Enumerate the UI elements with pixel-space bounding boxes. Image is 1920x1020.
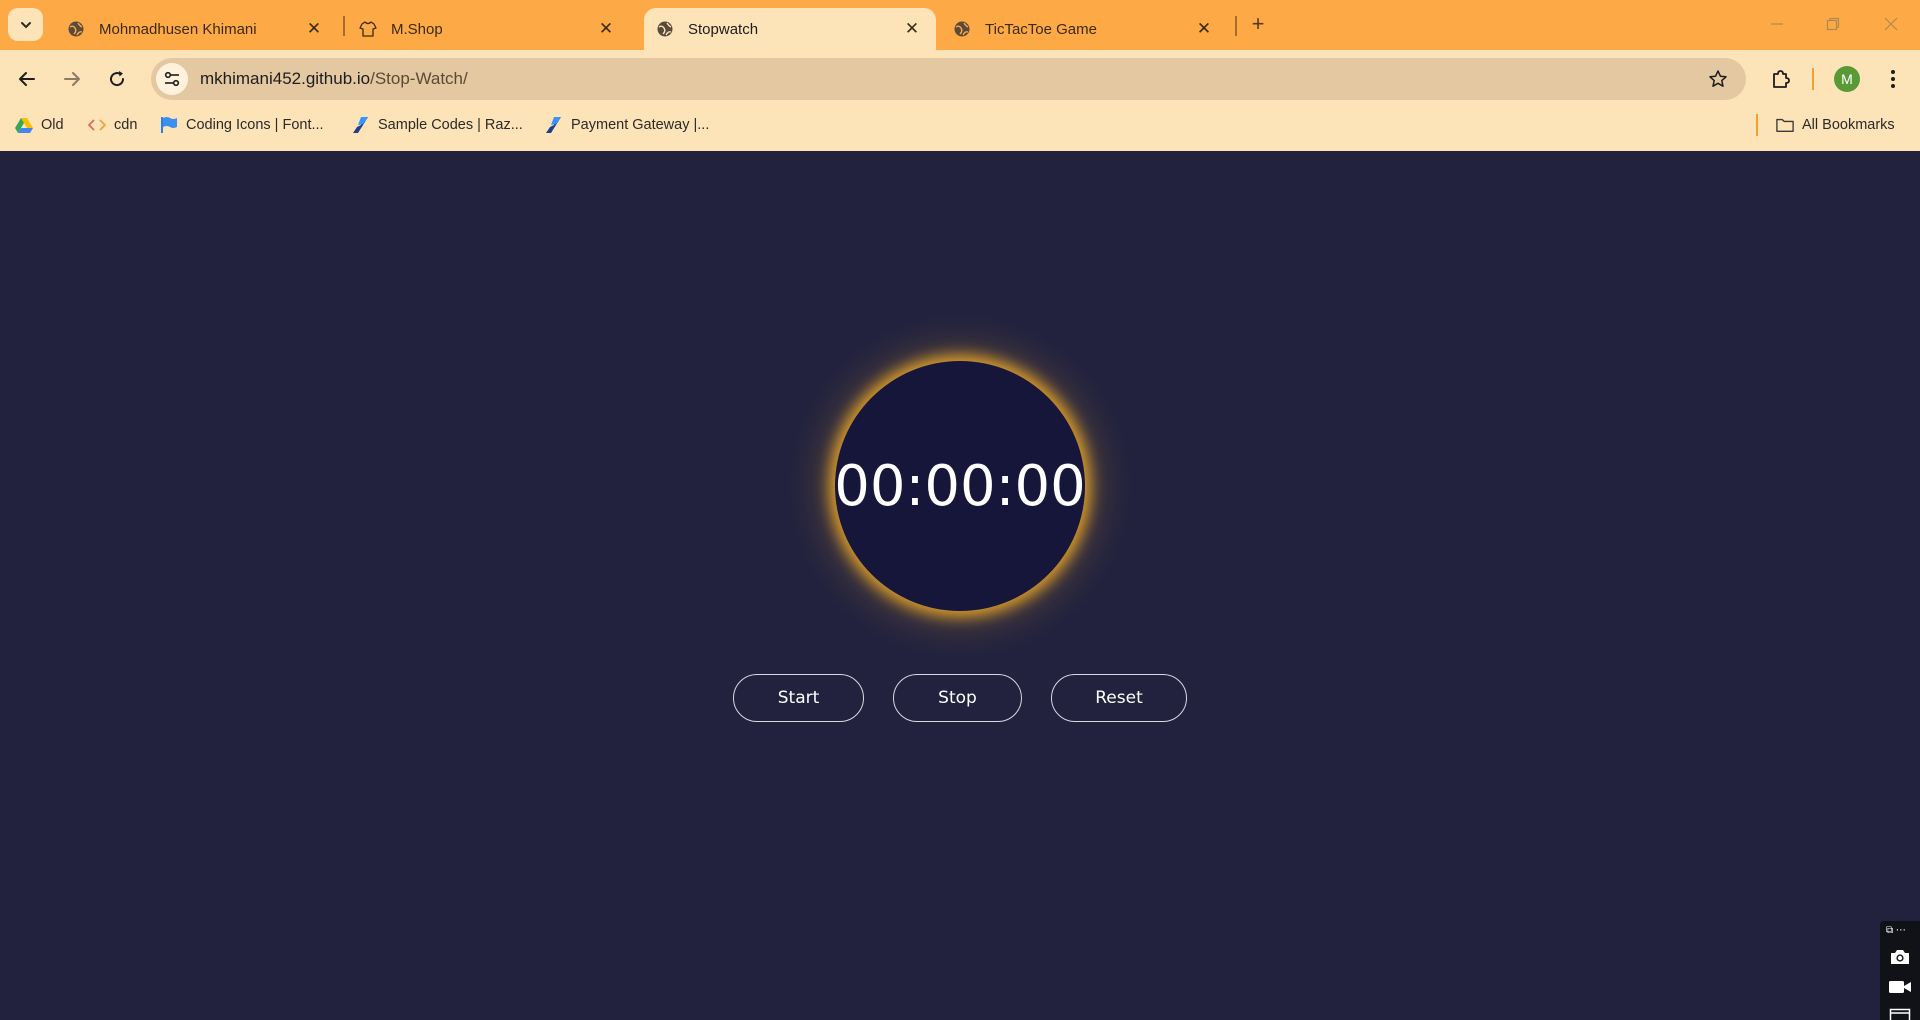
address-bar[interactable]: mkhimani452.github.io/Stop-Watch/ <box>151 58 1746 100</box>
minimize-button[interactable] <box>1754 6 1800 42</box>
restore-button[interactable] <box>1810 6 1856 42</box>
stop-button[interactable]: Stop <box>893 674 1022 722</box>
forward-button[interactable] <box>54 61 90 97</box>
tab-mohmadhusen-khimani[interactable]: Mohmadhusen Khimani ✕ <box>48 8 338 50</box>
avatar: M <box>1834 66 1860 92</box>
code-icon <box>88 116 106 134</box>
razorpay-icon <box>545 116 563 134</box>
folder-icon <box>1776 116 1794 134</box>
time-readout: 00:00:00 <box>834 453 1086 519</box>
globe-icon <box>953 20 971 38</box>
tab-title: M.Shop <box>391 20 443 38</box>
close-icon[interactable]: ✕ <box>1192 17 1216 41</box>
video-camera-icon[interactable] <box>1888 977 1912 997</box>
url-text: mkhimani452.github.io/Stop-Watch/ <box>200 69 468 89</box>
close-icon[interactable]: ✕ <box>302 17 326 41</box>
new-tab-button[interactable]: + <box>1244 10 1272 38</box>
bookmark-coding-icons[interactable]: Coding Icons | Font... <box>160 108 324 142</box>
razorpay-icon <box>352 116 370 134</box>
stopwatch-display: 00:00:00 <box>834 361 1086 611</box>
site-info-button[interactable] <box>156 63 188 95</box>
toolbar-separator <box>1812 68 1814 90</box>
all-bookmarks-button[interactable]: All Bookmarks <box>1776 108 1895 142</box>
forward-arrow-icon <box>64 72 80 86</box>
all-bookmarks-label: All Bookmarks <box>1802 117 1895 133</box>
bookmark-label: Coding Icons | Font... <box>186 117 324 133</box>
drive-icon <box>15 116 33 134</box>
tab-title: Mohmadhusen Khimani <box>99 20 257 38</box>
bookmark-label: Old <box>41 117 64 133</box>
stopwatch-page: 00:00:00 Start Stop Reset <box>0 151 1920 1020</box>
bookmark-star-button[interactable] <box>1706 67 1730 91</box>
widget-menu-icon[interactable]: ⧉ ⋯ <box>1886 925 1906 936</box>
puzzle-icon <box>1773 70 1790 88</box>
chevron-down-icon <box>20 21 31 28</box>
url-path: /Stop-Watch/ <box>370 69 468 88</box>
bookmark-label: Sample Codes | Raz... <box>378 117 523 133</box>
reload-button[interactable] <box>99 61 135 97</box>
reset-button[interactable]: Reset <box>1051 674 1187 722</box>
minimize-icon <box>1771 23 1783 25</box>
tab-stopwatch[interactable]: Stopwatch ✕ <box>644 8 936 50</box>
window-icon[interactable] <box>1888 1005 1912 1020</box>
more-vertical-icon <box>1891 70 1895 88</box>
bookmark-label: cdn <box>114 117 138 133</box>
tab-title: TicTacToe Game <box>985 20 1097 38</box>
close-icon[interactable]: ✕ <box>900 17 924 41</box>
globe-icon <box>656 20 674 38</box>
shirt-icon <box>359 20 377 38</box>
extensions-button[interactable] <box>1763 61 1799 97</box>
profile-button[interactable]: M <box>1829 61 1865 97</box>
restore-icon <box>1826 17 1840 31</box>
bookmark-sample-codes[interactable]: Sample Codes | Raz... <box>352 108 523 142</box>
camera-icon[interactable] <box>1888 947 1912 967</box>
tab-separator <box>1235 16 1237 36</box>
back-button[interactable] <box>9 61 45 97</box>
bookmarks-separator <box>1756 114 1758 136</box>
tab-search-button[interactable] <box>8 8 43 41</box>
flag-icon <box>160 116 178 134</box>
tab-title: Stopwatch <box>688 20 759 38</box>
bookmark-cdn[interactable]: cdn <box>88 108 137 142</box>
bookmarks-bar: Old cdn Coding Icons | Font... Sample Co… <box>0 108 1920 151</box>
tune-icon <box>164 71 180 87</box>
tab-mshop[interactable]: M.Shop ✕ <box>340 8 630 50</box>
globe-icon <box>67 20 85 38</box>
bookmark-old[interactable]: Old <box>15 108 64 142</box>
close-icon <box>1884 17 1898 31</box>
start-button[interactable]: Start <box>733 674 864 722</box>
star-icon <box>1709 70 1727 87</box>
bookmark-label: Payment Gateway |... <box>571 117 710 133</box>
url-domain: mkhimani452.github.io <box>200 69 371 88</box>
tab-tictactoe-game[interactable]: TicTacToe Game ✕ <box>936 8 1228 50</box>
screen-capture-widget: ⧉ ⋯ <box>1880 921 1920 1020</box>
menu-button[interactable] <box>1875 61 1911 97</box>
bookmark-payment-gateway[interactable]: Payment Gateway |... <box>545 108 709 142</box>
reload-icon <box>110 71 125 87</box>
close-window-button[interactable] <box>1868 6 1914 42</box>
back-arrow-icon <box>19 72 35 86</box>
close-icon[interactable]: ✕ <box>594 17 618 41</box>
tab-strip: Mohmadhusen Khimani ✕ M.Shop ✕ Stopwatch… <box>0 0 1920 50</box>
